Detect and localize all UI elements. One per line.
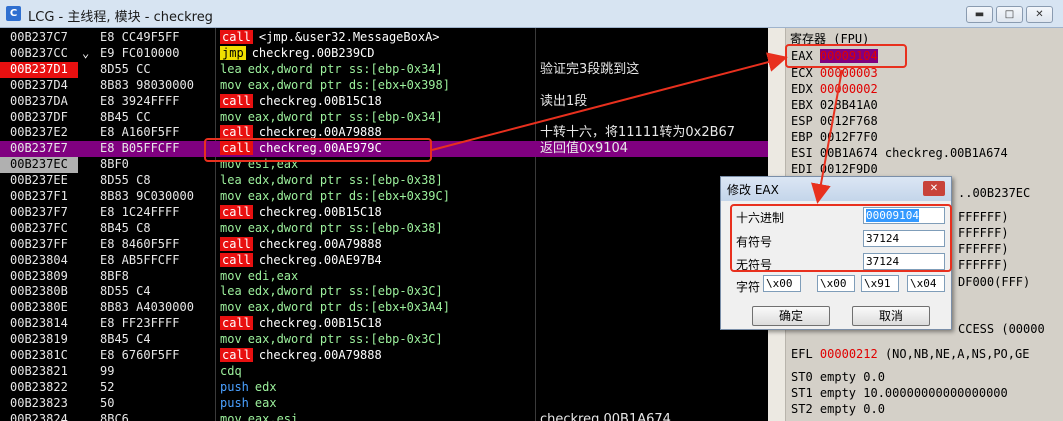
annotation-arrows	[431, 52, 843, 204]
arrow-eax-to-dialog	[811, 69, 843, 204]
arrow-call-to-eax	[431, 52, 788, 151]
